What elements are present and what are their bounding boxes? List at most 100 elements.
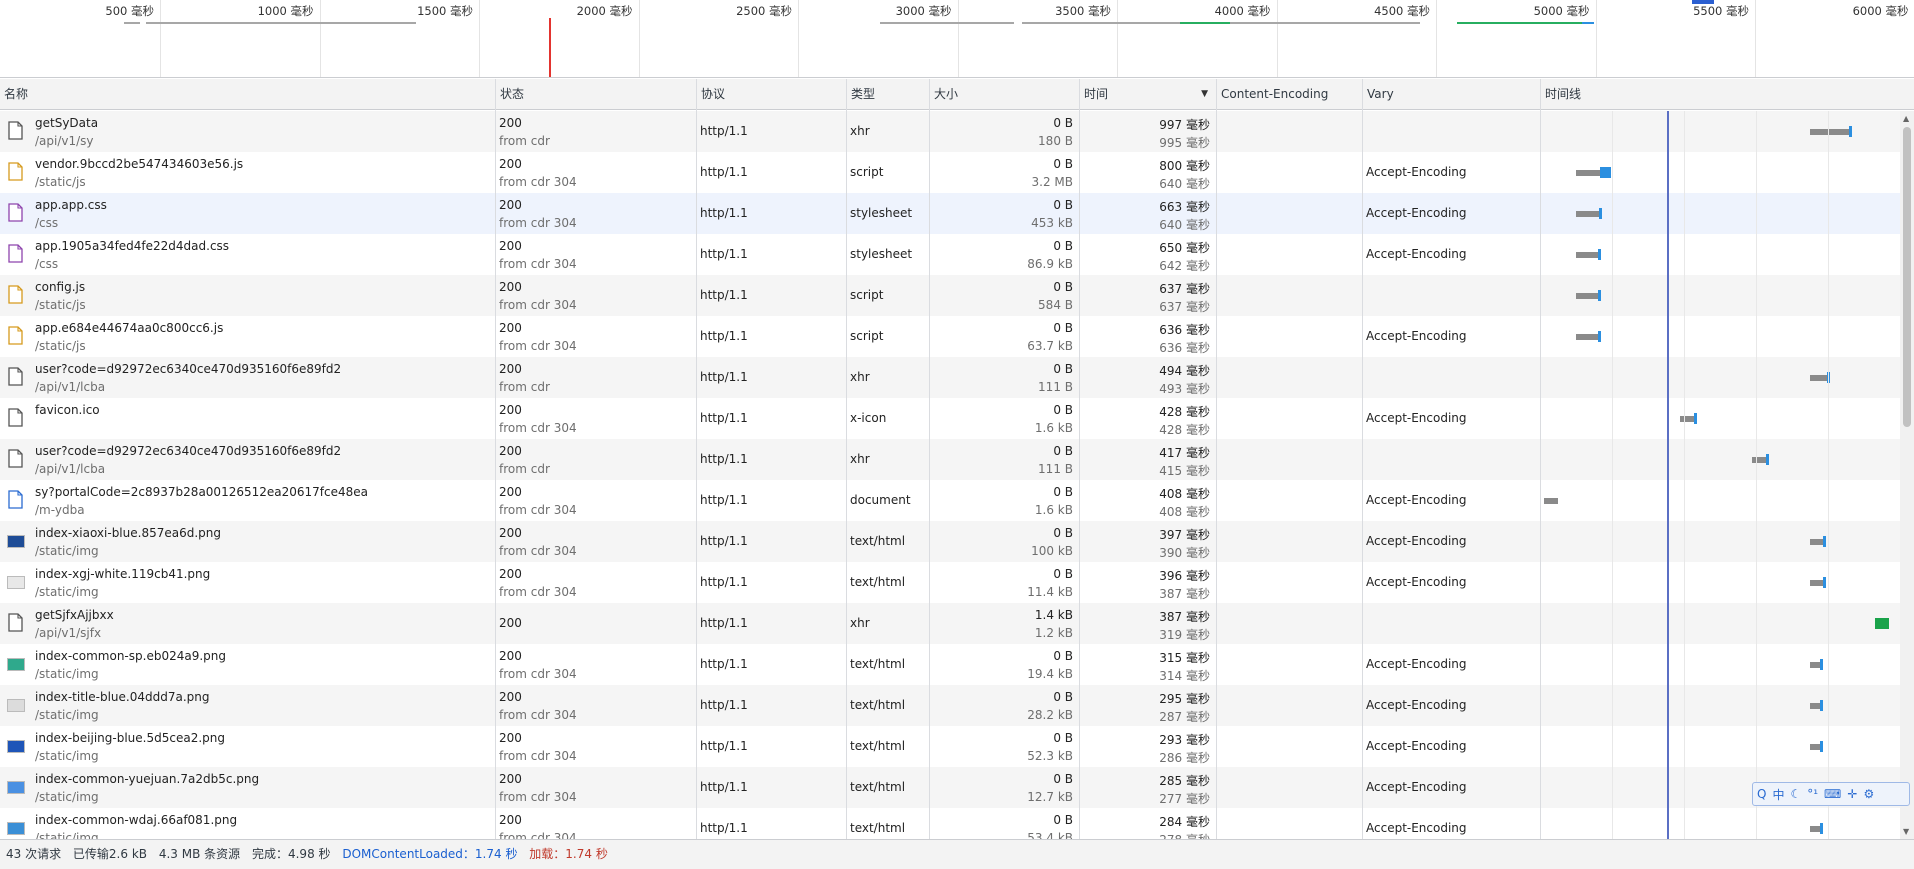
column-header-protocol[interactable]: 协议 <box>696 79 846 110</box>
column-divider[interactable] <box>929 79 930 839</box>
column-header-vary[interactable]: Vary <box>1362 79 1540 110</box>
column-divider[interactable] <box>696 79 697 839</box>
name-cell[interactable]: app.1905a34fed4fe22d4dad.css /css <box>0 234 495 275</box>
scroll-down-arrow-icon[interactable]: ▼ <box>1903 827 1909 836</box>
name-cell[interactable]: index-xiaoxi-blue.857ea6d.png /static/im… <box>0 521 495 562</box>
request-name[interactable]: getSyData <box>35 116 98 130</box>
table-row[interactable]: user?code=d92972ec6340ce470d935160f6e89f… <box>0 439 1900 480</box>
time-total: 315 毫秒 <box>1159 651 1210 665</box>
ime-settings-icon[interactable]: ⚙ <box>1863 787 1874 801</box>
name-cell[interactable]: index-common-sp.eb024a9.png /static/img <box>0 644 495 685</box>
column-divider[interactable] <box>1540 79 1541 839</box>
column-divider[interactable] <box>1216 79 1217 839</box>
request-name[interactable]: user?code=d92972ec6340ce470d935160f6e89f… <box>35 362 341 376</box>
vertical-scrollbar[interactable]: ▲ ▼ <box>1900 111 1914 839</box>
ime-punctuation-icon[interactable]: °¹ <box>1807 787 1818 801</box>
table-row[interactable]: user?code=d92972ec6340ce470d935160f6e89f… <box>0 357 1900 398</box>
request-name[interactable]: index-common-yuejuan.7a2db5c.png <box>35 772 259 786</box>
column-divider[interactable] <box>846 79 847 839</box>
name-cell[interactable]: vendor.9bccd2be547434603e56.js /static/j… <box>0 152 495 193</box>
column-header-waterfall[interactable]: 时间线 <box>1540 79 1914 110</box>
request-name[interactable]: favicon.ico <box>35 403 100 417</box>
request-name[interactable]: index-common-sp.eb024a9.png <box>35 649 226 663</box>
name-cell[interactable]: getSjfxAjjbxx /api/v1/sjfx <box>0 603 495 644</box>
column-header-status[interactable]: 状态 <box>495 79 696 110</box>
column-header-content-encoding[interactable]: Content-Encoding <box>1216 79 1362 110</box>
table-row[interactable]: index-xiaoxi-blue.857ea6d.png /static/im… <box>0 521 1900 562</box>
name-cell[interactable]: getSyData /api/v1/sy <box>0 111 495 152</box>
table-row[interactable]: getSjfxAjjbxx /api/v1/sjfx 200 http/1.1 … <box>0 603 1900 644</box>
column-header-type[interactable]: 类型 <box>846 79 929 110</box>
ime-toolbar[interactable]: Q 中 ☾ °¹ ⌨ ✛ ⚙ <box>1752 782 1910 806</box>
ime-keyboard-icon[interactable]: ⌨ <box>1824 787 1841 801</box>
request-name[interactable]: index-xgj-white.119cb41.png <box>35 567 210 581</box>
request-name[interactable]: index-common-wdaj.66af081.png <box>35 813 237 827</box>
name-cell[interactable]: user?code=d92972ec6340ce470d935160f6e89f… <box>0 439 495 480</box>
time-latency: 287 毫秒 <box>1159 710 1210 724</box>
name-cell[interactable]: index-common-yuejuan.7a2db5c.png /static… <box>0 767 495 808</box>
name-cell[interactable]: index-title-blue.04ddd7a.png /static/img <box>0 685 495 726</box>
waterfall-bar[interactable] <box>1752 457 1767 463</box>
request-name[interactable]: index-beijing-blue.5d5cea2.png <box>35 731 225 745</box>
waterfall-bar[interactable] <box>1576 211 1600 217</box>
status-cell: 200 from cdr 304 <box>495 767 696 808</box>
request-name[interactable]: index-title-blue.04ddd7a.png <box>35 690 209 704</box>
table-row[interactable]: app.e684e44674aa0c800cc6.js /static/js 2… <box>0 316 1900 357</box>
table-row[interactable]: index-common-sp.eb024a9.png /static/img … <box>0 644 1900 685</box>
waterfall-bar[interactable] <box>1874 618 1890 629</box>
waterfall-bar[interactable] <box>1680 416 1695 422</box>
request-name[interactable]: app.1905a34fed4fe22d4dad.css <box>35 239 229 253</box>
waterfall-bar[interactable] <box>1810 375 1828 381</box>
request-name[interactable]: app.app.css <box>35 198 107 212</box>
waterfall-bar[interactable] <box>1576 170 1602 176</box>
column-header-time[interactable]: 时间 ▼ <box>1079 79 1216 110</box>
request-name[interactable]: index-xiaoxi-blue.857ea6d.png <box>35 526 221 540</box>
table-row[interactable]: index-xgj-white.119cb41.png /static/img … <box>0 562 1900 603</box>
column-header-name[interactable]: 名称 <box>0 79 495 110</box>
waterfall-bar[interactable] <box>1810 580 1825 586</box>
overview-timeline[interactable]: 500 毫秒 1000 毫秒 1500 毫秒 2000 毫秒 2500 毫秒 3000 毫… <box>0 0 1914 78</box>
table-row[interactable]: sy?portalCode=2c8937b28a00126512ea20617f… <box>0 480 1900 521</box>
request-name[interactable]: config.js <box>35 280 85 294</box>
request-name[interactable]: vendor.9bccd2be547434603e56.js <box>35 157 243 171</box>
request-name[interactable]: app.e684e44674aa0c800cc6.js <box>35 321 223 335</box>
column-divider[interactable] <box>1079 79 1080 839</box>
table-row[interactable]: app.1905a34fed4fe22d4dad.css /css 200 fr… <box>0 234 1900 275</box>
ime-search-icon[interactable]: Q <box>1757 787 1766 801</box>
request-name[interactable]: getSjfxAjjbxx <box>35 608 114 622</box>
column-divider[interactable] <box>495 79 496 839</box>
table-row[interactable]: app.app.css /css 200 from cdr 304 http/1… <box>0 193 1900 234</box>
table-row[interactable]: index-title-blue.04ddd7a.png /static/img… <box>0 685 1900 726</box>
table-row[interactable]: config.js /static/js 200 from cdr 304 ht… <box>0 275 1900 316</box>
name-cell[interactable]: sy?portalCode=2c8937b28a00126512ea20617f… <box>0 480 495 521</box>
ime-chinese-mode[interactable]: 中 <box>1772 786 1784 803</box>
column-divider[interactable] <box>1362 79 1363 839</box>
name-cell[interactable]: index-beijing-blue.5d5cea2.png /static/i… <box>0 726 495 767</box>
name-cell[interactable]: app.app.css /css <box>0 193 495 234</box>
request-name[interactable]: user?code=d92972ec6340ce470d935160f6e89f… <box>35 444 341 458</box>
name-cell[interactable]: config.js /static/js <box>0 275 495 316</box>
name-cell[interactable]: app.e684e44674aa0c800cc6.js /static/js <box>0 316 495 357</box>
table-row[interactable]: index-common-yuejuan.7a2db5c.png /static… <box>0 767 1900 808</box>
name-cell[interactable]: index-common-wdaj.66af081.png /static/im… <box>0 808 495 839</box>
waterfall-bar[interactable] <box>1543 498 1558 504</box>
name-cell[interactable]: index-xgj-white.119cb41.png /static/img <box>0 562 495 603</box>
ime-moon-icon[interactable]: ☾ <box>1790 787 1801 801</box>
table-row[interactable]: favicon.ico 200 from cdr 304 http/1.1 x-… <box>0 398 1900 439</box>
table-row[interactable]: getSyData /api/v1/sy 200 from cdr http/1… <box>0 111 1900 152</box>
scroll-up-arrow-icon[interactable]: ▲ <box>1903 114 1909 123</box>
table-row[interactable]: vendor.9bccd2be547434603e56.js /static/j… <box>0 152 1900 193</box>
name-cell[interactable]: favicon.ico <box>0 398 495 439</box>
waterfall-bar[interactable] <box>1576 293 1600 299</box>
scroll-thumb[interactable] <box>1903 127 1911 427</box>
ime-toolbox-icon[interactable]: ✛ <box>1847 787 1857 801</box>
waterfall-bar[interactable] <box>1810 129 1850 135</box>
column-header-size[interactable]: 大小 <box>929 79 1079 110</box>
waterfall-bar[interactable] <box>1576 334 1600 340</box>
request-name[interactable]: sy?portalCode=2c8937b28a00126512ea20617f… <box>35 485 368 499</box>
table-row[interactable]: index-common-wdaj.66af081.png /static/im… <box>0 808 1900 839</box>
table-row[interactable]: index-beijing-blue.5d5cea2.png /static/i… <box>0 726 1900 767</box>
waterfall-bar[interactable] <box>1576 252 1600 258</box>
name-cell[interactable]: user?code=d92972ec6340ce470d935160f6e89f… <box>0 357 495 398</box>
waterfall-bar[interactable] <box>1810 539 1825 545</box>
